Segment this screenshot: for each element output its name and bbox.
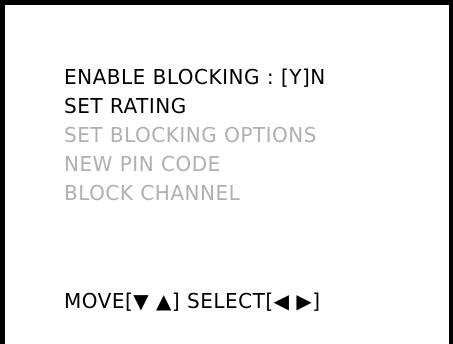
menu-item-block-channel: BLOCK CHANNEL [64,181,241,205]
menu-item-new-pin-code: NEW PIN CODE [64,152,221,176]
menu-item-set-rating[interactable]: SET RATING [64,92,326,121]
osd-frame: ENABLE BLOCKING : [Y]N SET RATING SET BL… [0,0,453,344]
menu-item-set-blocking-options: SET BLOCKING OPTIONS [64,123,317,147]
blocking-menu: ENABLE BLOCKING : [Y]N SET RATING SET BL… [64,63,326,208]
menu-item-enable-blocking[interactable]: ENABLE BLOCKING : [Y]N [64,63,326,92]
navigation-hint: MOVE[▼ ▲] SELECT[◀ ▶] [64,289,321,313]
